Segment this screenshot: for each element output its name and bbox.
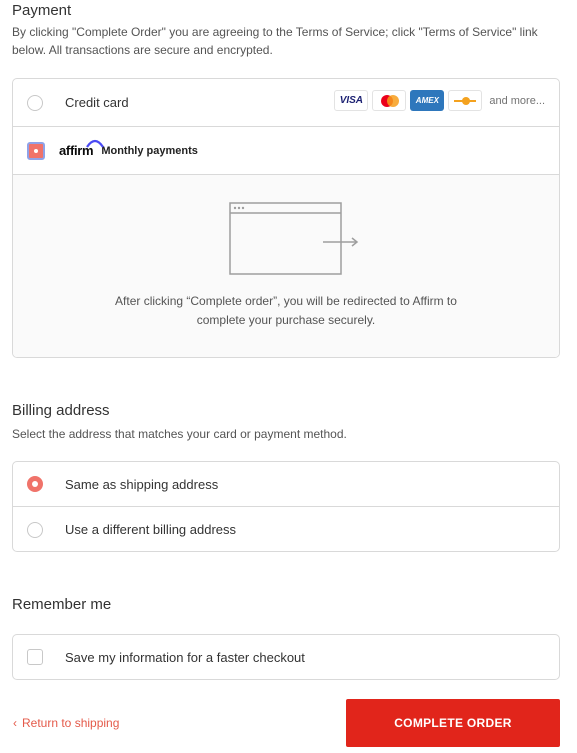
payment-option-affirm[interactable]: affirm Monthly payments bbox=[13, 127, 559, 175]
discover-icon bbox=[448, 90, 483, 111]
remember-box: Save my information for a faster checkou… bbox=[12, 634, 560, 680]
save-info-label: Save my information for a faster checkou… bbox=[65, 649, 305, 665]
payment-methods-box: Credit card VISA AMEX and more... affirm… bbox=[12, 78, 560, 358]
mastercard-icon bbox=[372, 90, 407, 111]
payment-subtitle: By clicking "Complete Order" you are agr… bbox=[12, 25, 538, 57]
browser-redirect-icon bbox=[229, 202, 359, 275]
return-to-shipping-link[interactable]: ‹ Return to shipping bbox=[13, 716, 119, 730]
save-info-checkbox[interactable] bbox=[27, 649, 43, 665]
chevron-left-icon: ‹ bbox=[13, 716, 17, 730]
return-label: Return to shipping bbox=[22, 716, 120, 730]
billing-option-same[interactable]: Same as shipping address bbox=[13, 462, 559, 507]
billing-option-different[interactable]: Use a different billing address bbox=[13, 507, 559, 551]
more-cards-label: and more... bbox=[489, 94, 545, 107]
card-icons-group: VISA AMEX and more... bbox=[330, 90, 545, 111]
affirm-radio[interactable] bbox=[27, 141, 45, 160]
same-address-label: Same as shipping address bbox=[65, 476, 219, 492]
payment-title: Payment bbox=[12, 2, 72, 19]
same-address-radio[interactable] bbox=[27, 476, 43, 492]
amex-icon: AMEX bbox=[410, 90, 445, 111]
payment-option-credit-card[interactable]: Credit card VISA AMEX and more... bbox=[13, 79, 559, 127]
affirm-label: Monthly payments bbox=[101, 144, 198, 157]
affirm-redirect-panel: After clicking “Complete order”, you wil… bbox=[13, 175, 559, 357]
different-address-radio[interactable] bbox=[27, 521, 43, 538]
billing-subtitle: Select the address that matches your car… bbox=[12, 427, 347, 441]
billing-options-box: Same as shipping address Use a different… bbox=[12, 461, 560, 552]
remember-option[interactable]: Save my information for a faster checkou… bbox=[13, 635, 559, 679]
credit-card-label: Credit card bbox=[65, 95, 129, 110]
visa-icon: VISA bbox=[334, 90, 369, 111]
affirm-logo: affirm bbox=[59, 139, 104, 158]
billing-title: Billing address bbox=[12, 402, 110, 419]
credit-card-radio[interactable] bbox=[27, 94, 43, 111]
remember-title: Remember me bbox=[12, 596, 112, 613]
complete-order-button[interactable]: COMPLETE ORDER bbox=[346, 699, 560, 747]
different-address-label: Use a different billing address bbox=[65, 522, 237, 537]
affirm-arc-icon bbox=[86, 139, 104, 148]
affirm-redirect-message: After clicking “Complete order”, you wil… bbox=[115, 294, 457, 327]
